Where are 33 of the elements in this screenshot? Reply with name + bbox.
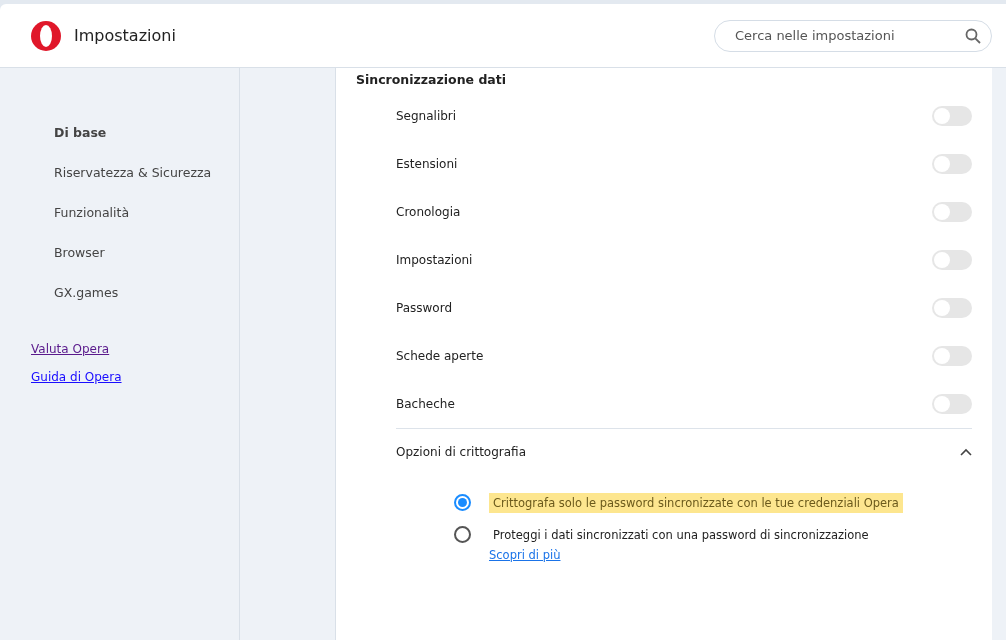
search-icon[interactable]: [965, 27, 981, 44]
option-label: Crittografa solo le password sincronizzate con le tue credenziali Opera: [489, 493, 903, 513]
opera-logo-icon: [30, 19, 62, 52]
learn-more-link[interactable]: Scopri di più: [489, 545, 561, 565]
search-field[interactable]: Cerca nelle impostazioni: [714, 19, 992, 52]
sidebar-item[interactable]: Riservatezza & Sicurezza: [54, 164, 212, 180]
section-title: Sincronizzazione dati: [356, 72, 508, 89]
toggle-switch[interactable]: [932, 346, 972, 366]
setting-label: Password: [396, 301, 453, 315]
setting-label: Schede aperte: [396, 349, 484, 363]
toggle-switch[interactable]: [932, 106, 972, 126]
toggle-switch[interactable]: [932, 298, 972, 318]
page-title: Impostazioni: [74, 26, 177, 45]
toggle-switch[interactable]: [932, 250, 972, 270]
toggle-switch[interactable]: [932, 202, 972, 222]
setting-label: Opzioni di crittografia: [396, 445, 526, 459]
radio-button[interactable]: [454, 494, 471, 511]
option-label: Proteggi i dati sincronizzati con una password di sincronizzazione: [492, 527, 870, 544]
sidebar-item[interactable]: Browser: [54, 244, 105, 260]
sidebar-item[interactable]: GX.games: [54, 284, 119, 300]
setting-label: Segnalibri: [396, 109, 457, 123]
toggle-switch[interactable]: [932, 394, 972, 414]
setting-label: Estensioni: [396, 157, 458, 171]
sidebar-link[interactable]: Valuta Opera: [31, 342, 110, 356]
setting-label: Impostazioni: [396, 253, 473, 267]
toggle-switch[interactable]: [932, 154, 972, 174]
sidebar-link[interactable]: Guida di Opera: [31, 370, 122, 384]
sidebar-item[interactable]: Di base: [54, 124, 107, 140]
radio-button[interactable]: [454, 526, 471, 543]
sidebar-item[interactable]: Funzionalità: [54, 204, 130, 220]
setting-label: Bacheche: [396, 397, 455, 411]
chevron-icon[interactable]: [960, 448, 972, 456]
setting-label: Cronologia: [396, 205, 461, 219]
